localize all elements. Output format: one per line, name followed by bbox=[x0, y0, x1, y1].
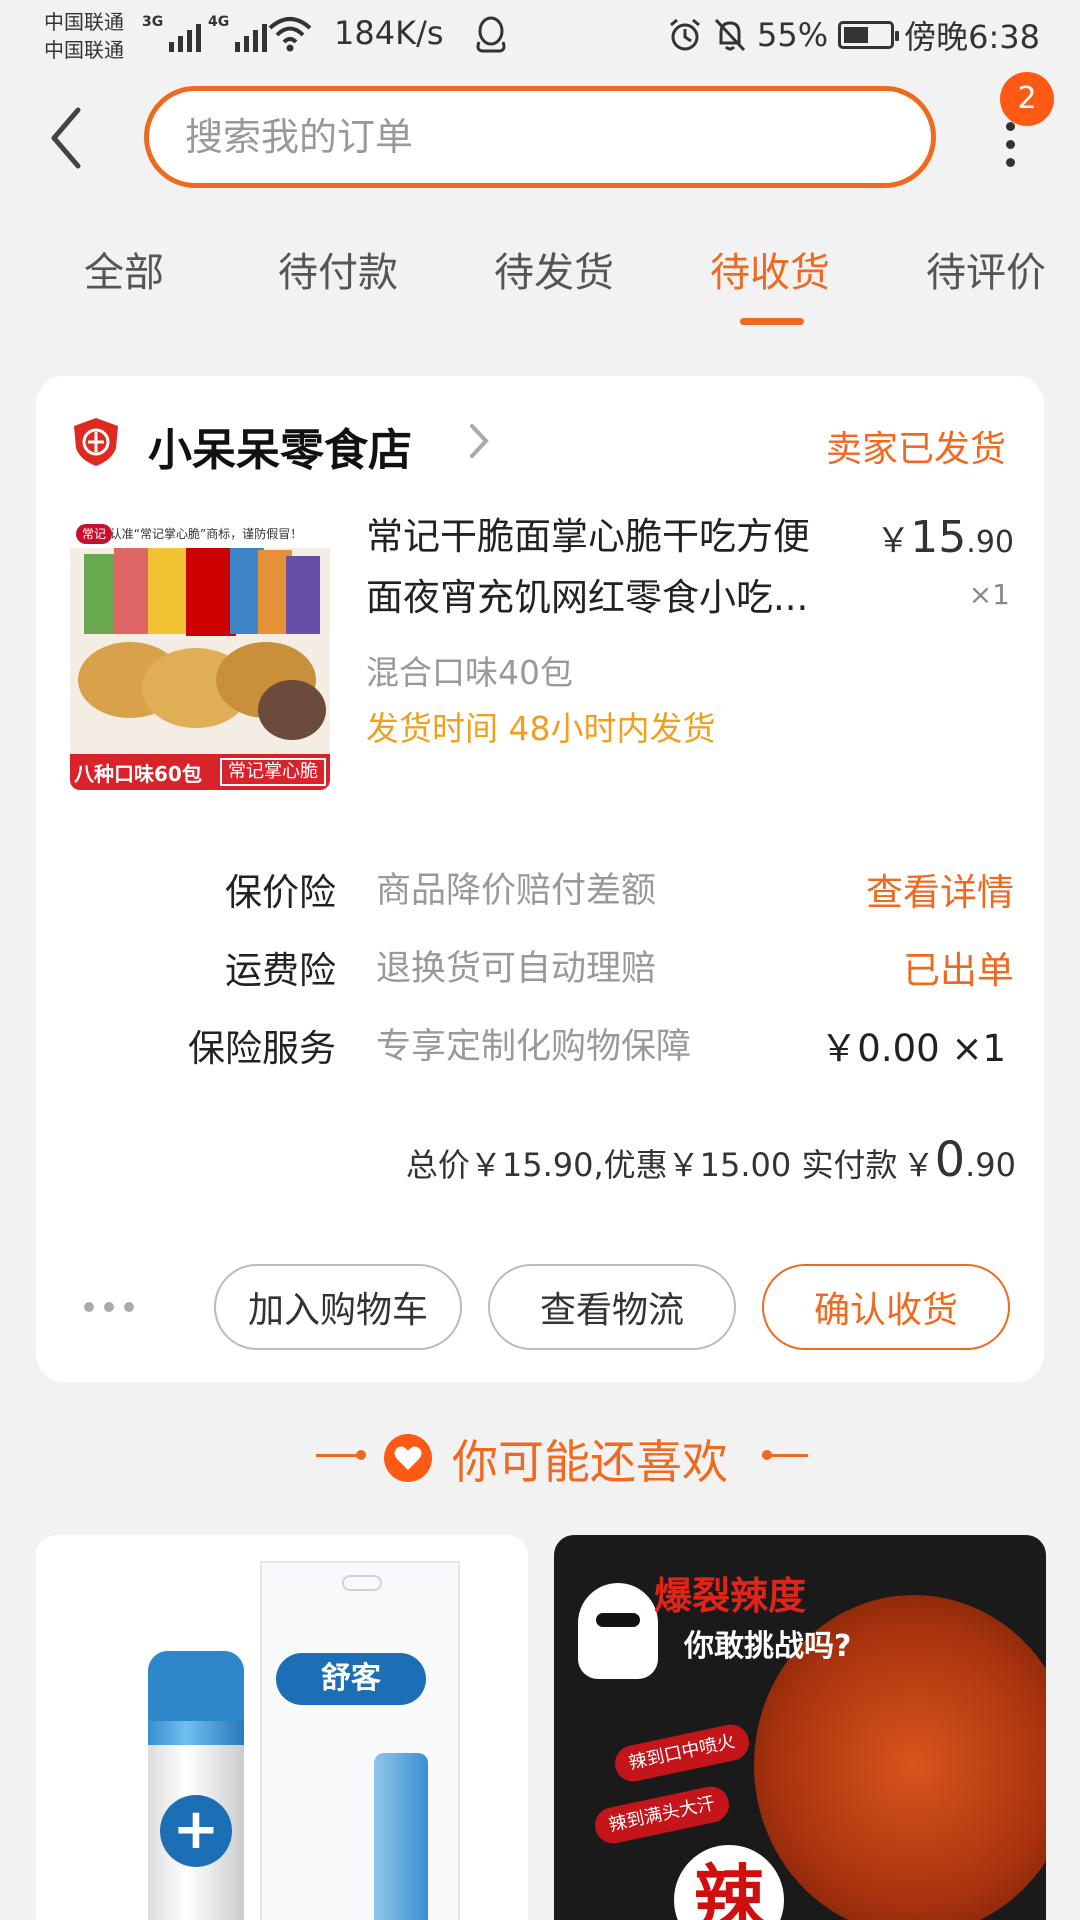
product-title-line1: 常记干脆面掌心脆干吃方便 bbox=[366, 515, 810, 558]
notification-badge: 2 bbox=[1000, 72, 1054, 126]
pepper-tag: 辣到满头大汗 bbox=[591, 1783, 733, 1847]
insurance-desc: 退换货可自动理赔 bbox=[376, 949, 657, 989]
shop-shield-icon bbox=[74, 418, 118, 466]
ad-big-character: 辣 bbox=[674, 1845, 784, 1920]
insurance-desc: 专享定制化购物保障 bbox=[376, 1027, 692, 1067]
spray-box: 舒客 bbox=[260, 1561, 460, 1920]
insurance-label: 运费险 bbox=[225, 949, 336, 992]
product-quantity: ×1 bbox=[968, 578, 1010, 611]
product-title-line2: 面夜宵充饥网红零食小吃... bbox=[366, 576, 809, 619]
dot-icon bbox=[1006, 122, 1015, 131]
divider-dot bbox=[356, 1450, 366, 1460]
price-int: 15 bbox=[910, 512, 967, 563]
thumb-bottom-banner: 八种口味60包 常记掌心脆 bbox=[70, 754, 330, 790]
divider-line bbox=[762, 1454, 808, 1457]
battery-fill bbox=[844, 27, 869, 43]
recommend-title: 你可能还喜欢 bbox=[452, 1435, 728, 1489]
status-right: 55% 傍晚6:38 bbox=[667, 12, 1040, 58]
product-title[interactable]: 常记干脆面掌心脆干吃方便 面夜宵充饥网红零食小吃... bbox=[366, 506, 866, 628]
product-thumbnail[interactable]: 请认准“常记掌心脆”商标，谨防假冒！ 常记 八种口味60包 常记掌心脆 bbox=[70, 520, 330, 790]
status-bar: 中国联通 中国联通 3G 4G 184K/s 55% 傍晚6:38 bbox=[0, 0, 1080, 72]
signal-1-tag: 3G bbox=[142, 14, 164, 30]
chevron-right-icon bbox=[470, 424, 489, 458]
dot-icon bbox=[1006, 140, 1015, 149]
tab-all[interactable]: 全部 bbox=[84, 240, 164, 298]
alarm-icon bbox=[670, 18, 700, 51]
paid-dec: .90 bbox=[965, 1146, 1016, 1184]
box-spray-image bbox=[374, 1753, 428, 1920]
recommend-item-mouth-spray[interactable]: + 舒客 bbox=[36, 1535, 528, 1920]
recommend-item-spicy-noodles[interactable]: 爆裂辣度 你敢挑战吗? 辣到口中喷火 辣到满头大汗 辣 bbox=[554, 1535, 1046, 1920]
net-speed: 184K/s bbox=[334, 14, 444, 52]
active-tab-indicator bbox=[740, 318, 804, 325]
insurance-label: 保险服务 bbox=[188, 1027, 336, 1070]
tab-pending-payment[interactable]: 待付款 bbox=[278, 240, 398, 298]
back-arrow-icon[interactable] bbox=[44, 104, 92, 172]
order-tabs: 全部 待付款 待发货 待收货 待评价 bbox=[0, 240, 1080, 330]
product-row[interactable]: 请认准“常记掌心脆”商标，谨防假冒！ 常记 八种口味60包 常记掌心脆 常记干脆… bbox=[36, 506, 1044, 806]
confirm-receipt-button[interactable]: 确认收货 bbox=[762, 1264, 1010, 1350]
add-to-cart-button[interactable]: 加入购物车 bbox=[214, 1264, 462, 1350]
shop-name[interactable]: 小呆呆零食店 bbox=[148, 414, 412, 478]
view-logistics-button[interactable]: 查看物流 bbox=[488, 1264, 736, 1350]
header: 2 bbox=[0, 72, 1080, 188]
ship-time: 发货时间 48小时内发货 bbox=[366, 709, 716, 748]
more-actions-icon[interactable] bbox=[84, 1302, 134, 1312]
insurance-desc: 商品降价赔付差额 bbox=[376, 871, 657, 911]
search-input[interactable] bbox=[185, 91, 885, 183]
order-total: 总价￥15.90,优惠￥15.00 实付款 ￥0.90 bbox=[406, 1132, 1016, 1188]
policy-issued-link[interactable]: 已出单 bbox=[903, 940, 1014, 994]
insurance-label: 保价险 bbox=[225, 871, 336, 914]
signal-icon: 4G bbox=[208, 14, 268, 52]
carrier-1: 中国联通 bbox=[44, 10, 124, 34]
carrier-labels: 中国联通 中国联通 bbox=[44, 8, 124, 64]
battery-icon bbox=[838, 21, 900, 49]
thumb-bottom-right: 常记掌心脆 bbox=[220, 758, 326, 786]
thumb-brand: 常记 bbox=[76, 524, 112, 544]
heart-icon bbox=[384, 1434, 432, 1482]
view-details-link[interactable]: 查看详情 bbox=[866, 862, 1014, 916]
insurance-row-service[interactable]: 保险服务 专享定制化购物保障 ￥0.00 ×1 bbox=[36, 1006, 1044, 1076]
price-symbol: ￥ bbox=[876, 521, 911, 561]
plus-icon: + bbox=[160, 1795, 232, 1867]
hang-hole bbox=[342, 1575, 382, 1591]
thumb-bottom-left: 八种口味60包 bbox=[74, 762, 202, 786]
order-card: 小呆呆零食店 卖家已发货 请认准“常记掌心脆”商标，谨防假冒！ 常记 八种口味6… bbox=[36, 376, 1044, 1382]
brand-logo: 舒客 bbox=[276, 1653, 426, 1705]
product-price: ￥15.90 bbox=[876, 512, 1014, 563]
carrier-2: 中国联通 bbox=[44, 38, 124, 62]
signal-icon: 3G bbox=[142, 14, 202, 52]
search-box[interactable] bbox=[144, 86, 936, 188]
ad-headline: 爆裂辣度 bbox=[654, 1574, 807, 1618]
qq-icon bbox=[476, 16, 506, 53]
wifi-icon bbox=[268, 17, 312, 52]
order-status: 卖家已发货 bbox=[825, 429, 1006, 470]
total-summary: 总价￥15.90,优惠￥15.00 实付款 bbox=[405, 1146, 898, 1184]
clock: 傍晚6:38 bbox=[904, 18, 1040, 56]
paid-symbol: ￥ bbox=[902, 1146, 935, 1184]
product-variant: 混合口味40包 bbox=[366, 653, 573, 692]
ad-subline: 你敢挑战吗? bbox=[684, 1629, 852, 1664]
spray-cap bbox=[148, 1651, 244, 1721]
signal-2-tag: 4G bbox=[208, 14, 230, 30]
tab-pending-shipment[interactable]: 待发货 bbox=[494, 240, 614, 298]
price-dec: .90 bbox=[966, 525, 1014, 560]
insurance-value: ￥0.00 ×1 bbox=[820, 1027, 1006, 1070]
battery-percent: 55% bbox=[757, 16, 829, 54]
mute-icon bbox=[714, 18, 746, 52]
noodle-pack-illustration bbox=[70, 520, 330, 790]
recommend-header: 你可能还喜欢 bbox=[0, 1420, 1080, 1490]
pepper-tag: 辣到口中喷火 bbox=[611, 1721, 753, 1785]
insurance-row-price-protection[interactable]: 保价险 商品降价赔付差额 查看详情 bbox=[36, 850, 1044, 920]
insurance-row-shipping[interactable]: 运费险 退换货可自动理赔 已出单 bbox=[36, 928, 1044, 998]
dot-icon bbox=[1006, 158, 1015, 167]
tab-pending-review[interactable]: 待评价 bbox=[926, 240, 1046, 298]
tab-pending-receipt[interactable]: 待收货 bbox=[710, 240, 830, 298]
shop-header[interactable]: 小呆呆零食店 卖家已发货 bbox=[36, 376, 1044, 506]
paid-int: 0 bbox=[934, 1132, 966, 1188]
mascot-icon bbox=[578, 1583, 658, 1679]
